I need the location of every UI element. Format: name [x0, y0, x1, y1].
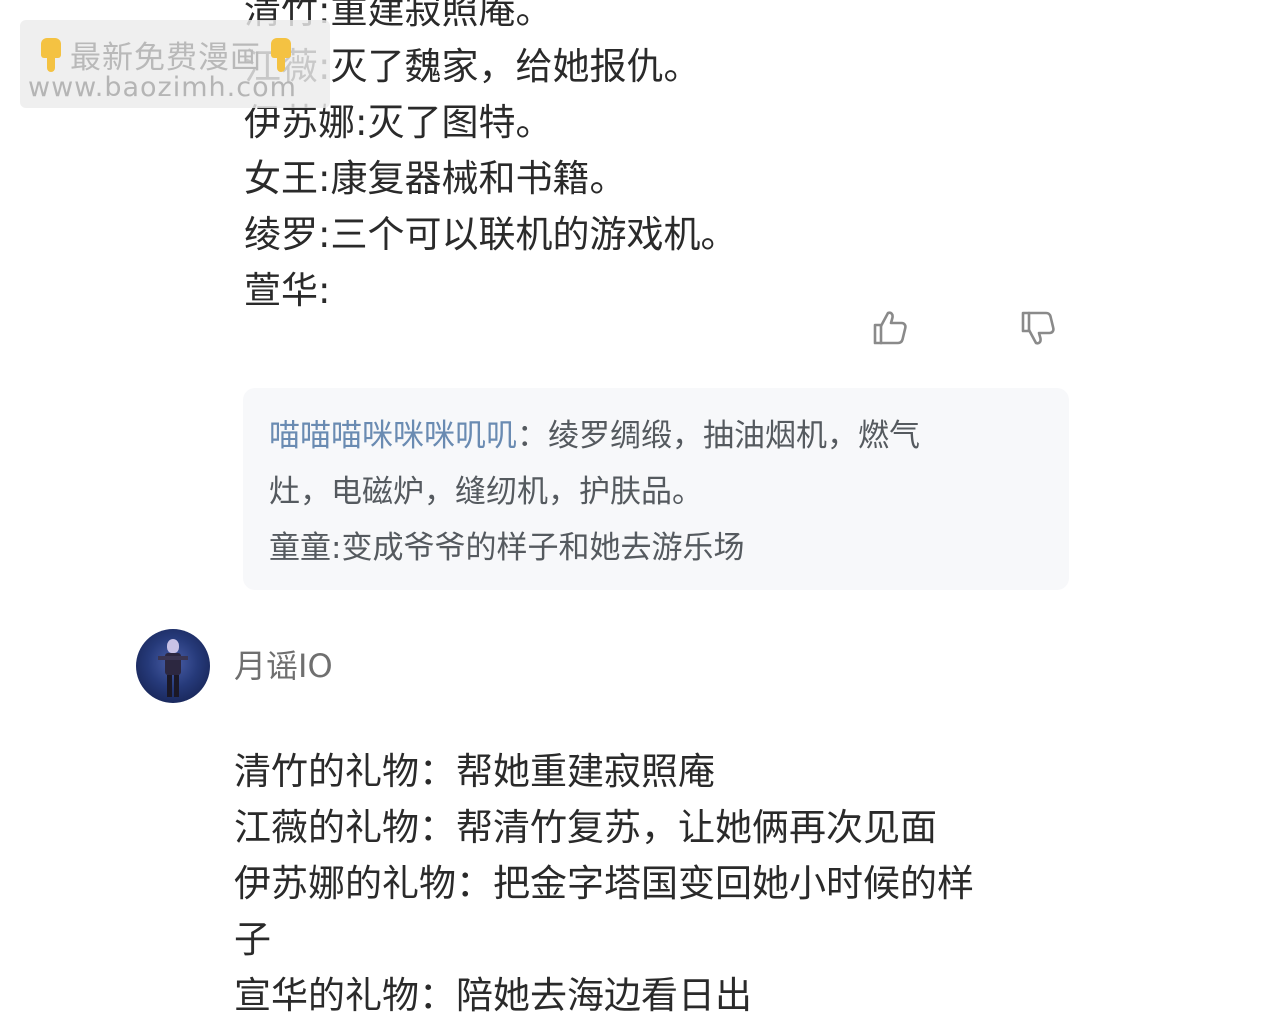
dislike-button[interactable] [1018, 308, 1058, 348]
avatar[interactable] [136, 629, 210, 703]
like-button[interactable] [870, 308, 910, 348]
comment-body-top: 清竹:重建寂照庵。 江薇:灭了魏家，给她报仇。 伊苏娜:灭了图特。 女王:康复器… [244, 0, 1104, 319]
comment-line: 江薇:灭了魏家，给她报仇。 [244, 45, 701, 88]
comment-line: 江薇的礼物：帮清竹复苏，让她俩再次见面 [234, 806, 937, 849]
comment-line: 绫罗:三个可以联机的游戏机。 [244, 213, 738, 256]
reply-block[interactable]: 喵喵喵咪咪咪叽叽：绫罗绸缎，抽油烟机，燃气 灶，电磁炉，缝纫机，护肤品。 童童:… [243, 388, 1069, 590]
pointing-down-hand-icon [38, 37, 64, 72]
comment-line: 子 [234, 918, 271, 961]
reply-line: 童童:变成爷爷的样子和她去游乐场 [269, 530, 745, 566]
reply-separator: ： [517, 418, 548, 454]
reply-username[interactable]: 喵喵喵咪咪咪叽叽 [269, 418, 517, 454]
watermark-title: 最新免费漫画 [70, 40, 262, 76]
comment-line: 清竹:重建寂照庵。 [244, 0, 553, 32]
comment-body: 清竹的礼物：帮她重建寂照庵 江薇的礼物：帮清竹复苏，让她俩再次见面 伊苏娜的礼物… [234, 744, 1074, 1024]
watermark-title-row: 最新免费漫画 [38, 32, 294, 77]
comment-line: 宣华的礼物：陪她去海边看日出 [234, 974, 752, 1017]
comment-username[interactable]: 月谣IO [234, 646, 333, 686]
comment-line: 女王:康复器械和书籍。 [244, 157, 627, 200]
reply-text: 绫罗绸缎，抽油烟机，燃气 [548, 418, 920, 454]
reply-line: 喵喵喵咪咪咪叽叽：绫罗绸缎，抽油烟机，燃气 [269, 408, 1047, 464]
comment-line: 伊苏娜的礼物：把金字塔国变回她小时候的样 [234, 862, 974, 905]
comment-line: 萱华: [244, 269, 331, 312]
thumbs-down-icon [1021, 311, 1055, 345]
pointing-down-hand-icon [268, 37, 294, 72]
watermark: 最新免费漫画 www.baozimh.com [20, 20, 330, 108]
comment-line: 伊苏娜:灭了图特。 [244, 101, 553, 144]
thumbs-up-icon [873, 311, 907, 345]
watermark-url: www.baozimh.com [28, 72, 297, 103]
reply-line: 灶，电磁炉，缝纫机，护肤品。 [269, 474, 703, 510]
comment-line: 清竹的礼物：帮她重建寂照庵 [234, 750, 715, 793]
